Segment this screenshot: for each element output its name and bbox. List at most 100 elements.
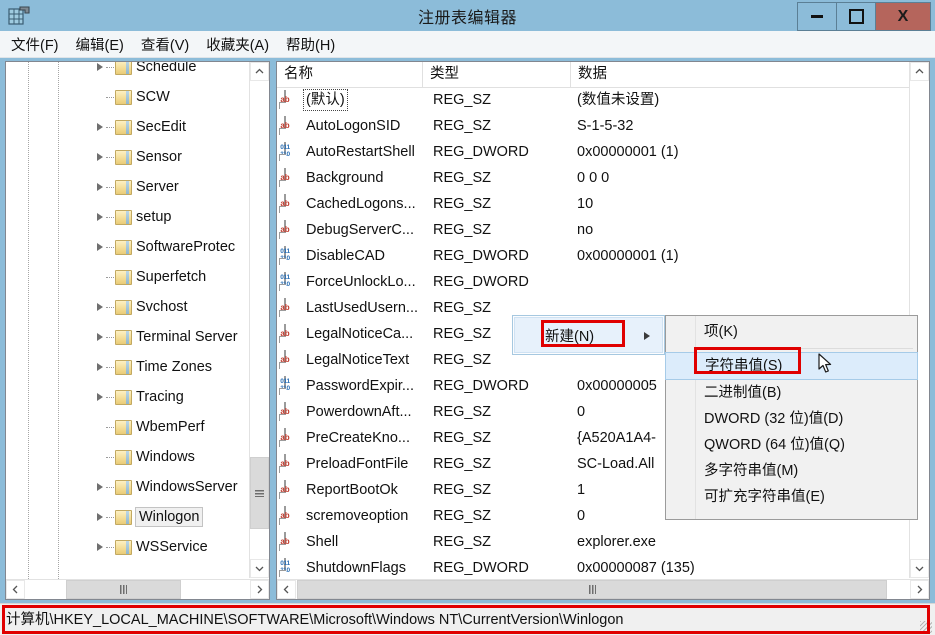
expand-arrow-icon[interactable] (94, 121, 106, 133)
expand-arrow-icon[interactable] (94, 62, 106, 73)
submenu-item-7[interactable]: 可扩充字符串值(E) (666, 484, 917, 510)
submenu-item-2[interactable]: 字符串值(S) (665, 352, 918, 380)
submenu-item-3[interactable]: 二进制值(B) (666, 380, 917, 406)
tree-item-superfetch[interactable]: Superfetch (6, 262, 251, 292)
value-row[interactable]: 011110 AutoRestartShell REG_DWORD 0x0000000… (277, 139, 910, 165)
value-data: 0 (577, 404, 586, 420)
menu-help[interactable]: 帮助(H) (286, 34, 335, 55)
expand-arrow-icon[interactable] (94, 481, 106, 493)
value-row[interactable]: 011110 ShutdownFlags REG_DWORD 0x00000087 (… (277, 555, 910, 577)
expand-arrow-icon[interactable] (94, 241, 106, 253)
column-header-type[interactable]: 类型 (423, 62, 571, 87)
tree-horizontal-scrollbar[interactable] (6, 579, 269, 599)
tree-item-svchost[interactable]: Svchost (6, 292, 251, 322)
tree-scrollbar-thumb[interactable] (250, 457, 269, 529)
tree-item-wsservice[interactable]: WSService (6, 532, 251, 562)
list-scroll-down-button[interactable] (910, 559, 929, 578)
value-row[interactable]: ab Shell REG_SZ explorer.exe (277, 529, 910, 555)
value-row[interactable]: ab CachedLogons... REG_SZ 10 (277, 191, 910, 217)
menu-file[interactable]: 文件(F) (11, 34, 59, 55)
folder-icon (115, 539, 132, 555)
tree-item-winlogon[interactable]: Winlogon (6, 502, 251, 532)
tree-item-windowsserver[interactable]: WindowsServer (6, 472, 251, 502)
tree-connector-line (106, 427, 114, 428)
value-name: ForceUnlockLo... (306, 274, 416, 290)
submenu-item-1[interactable]: 项(K) (666, 319, 917, 345)
value-row[interactable]: 011110 ForceUnlockLo... REG_DWORD (277, 269, 910, 295)
list-scroll-left-button[interactable] (277, 580, 296, 599)
column-header-name[interactable]: 名称 (277, 62, 423, 87)
expand-arrow-icon[interactable] (94, 331, 106, 343)
context-menu-new[interactable]: 新建(N) (512, 315, 665, 355)
tree-item-label: Terminal Server (136, 329, 238, 345)
context-menu-item-new[interactable]: 新建(N) (514, 317, 663, 353)
expand-arrow-icon[interactable] (94, 511, 106, 523)
expand-arrow-icon[interactable] (94, 151, 106, 163)
tree-item-sensor[interactable]: Sensor (6, 142, 251, 172)
close-button[interactable]: X (875, 2, 931, 31)
window-controls: X (797, 2, 931, 31)
tree-item-scw[interactable]: SCW (6, 82, 251, 112)
expand-arrow-icon[interactable] (94, 391, 106, 403)
value-type: REG_SZ (433, 352, 492, 368)
value-type: REG_SZ (433, 222, 492, 238)
tree-item-schedule[interactable]: Schedule (6, 62, 251, 82)
list-scroll-right-button[interactable] (910, 580, 929, 599)
tree-item-tracing[interactable]: Tracing (6, 382, 251, 412)
context-submenu-new-types[interactable]: 项(K) 字符串值(S) 二进制值(B) DWORD (32 位)值(D) QWORD … (665, 315, 918, 520)
list-horizontal-scrollbar[interactable] (277, 579, 929, 599)
menu-favorites[interactable]: 收藏夹(A) (206, 34, 269, 55)
tree-hscrollbar-thumb[interactable] (66, 580, 181, 599)
menu-view[interactable]: 查看(V) (141, 34, 189, 55)
expand-arrow-icon[interactable] (94, 181, 106, 193)
string-value-icon: ab (279, 454, 301, 473)
window-title: 注册表编辑器 (417, 10, 517, 27)
tree-item-label: Server (136, 179, 179, 195)
submenu-item-6[interactable]: 多字符串值(M) (666, 458, 917, 484)
value-row[interactable]: 011110 DisableCAD REG_DWORD 0x00000001 (1) (277, 243, 910, 269)
expand-arrow-icon[interactable] (94, 211, 106, 223)
folder-icon (115, 479, 132, 495)
resize-grip-icon[interactable] (920, 621, 932, 633)
submenu-item-5[interactable]: QWORD (64 位)值(Q) (666, 432, 917, 458)
tree-scroll-right-button[interactable] (250, 580, 269, 599)
value-row[interactable]: ab AutoLogonSID REG_SZ S-1-5-32 (277, 113, 910, 139)
folder-icon (115, 359, 132, 375)
expand-arrow-icon[interactable] (94, 361, 106, 373)
expand-arrow-icon[interactable] (94, 541, 106, 553)
tree-item-windows[interactable]: Windows (6, 442, 251, 472)
tree-spacer (94, 421, 106, 433)
value-row[interactable]: ab (默认) REG_SZ (数值未设置) (277, 87, 910, 113)
folder-icon (115, 449, 132, 465)
tree-item-server[interactable]: Server (6, 172, 251, 202)
column-header-data[interactable]: 数据 (571, 62, 910, 87)
list-scroll-up-button[interactable] (910, 62, 929, 81)
tree-scroll-left-button[interactable] (6, 580, 25, 599)
tree-item-time-zones[interactable]: Time Zones (6, 352, 251, 382)
folder-icon (115, 389, 132, 405)
tree-item-softwareprotec[interactable]: SoftwareProtec (6, 232, 251, 262)
scrollbar-grip-icon (588, 585, 596, 594)
expand-arrow-icon[interactable] (94, 301, 106, 313)
tree-connector-line (106, 157, 114, 158)
tree-item-setup[interactable]: setup (6, 202, 251, 232)
tree-scroll-down-button[interactable] (250, 559, 269, 578)
tree-scroll-up-button[interactable] (250, 62, 269, 81)
tree-item-terminal-server[interactable]: Terminal Server (6, 322, 251, 352)
registry-tree[interactable]: Schedule SCW SecEdit Sensor Server setup Softw… (6, 62, 251, 568)
menu-edit[interactable]: 编辑(E) (76, 34, 124, 55)
value-row[interactable]: ab Background REG_SZ 0 0 0 (277, 165, 910, 191)
tree-item-secedit[interactable]: SecEdit (6, 112, 251, 142)
value-row[interactable]: ab DebugServerC... REG_SZ no (277, 217, 910, 243)
tree-item-wbemperf[interactable]: WbemPerf (6, 412, 251, 442)
minimize-button[interactable] (797, 2, 837, 31)
list-hscrollbar-thumb[interactable] (297, 580, 887, 599)
maximize-button[interactable] (836, 2, 876, 31)
tree-vertical-scrollbar[interactable] (249, 62, 269, 578)
client-area: Schedule SCW SecEdit Sensor Server setup Softw… (0, 58, 935, 603)
tree-item-wudf[interactable]: WUDF (6, 562, 251, 568)
submenu-item-4[interactable]: DWORD (32 位)值(D) (666, 406, 917, 432)
value-data: 0 0 0 (577, 170, 610, 186)
value-name: ReportBootOk (306, 482, 398, 498)
tree-spacer (94, 91, 106, 103)
